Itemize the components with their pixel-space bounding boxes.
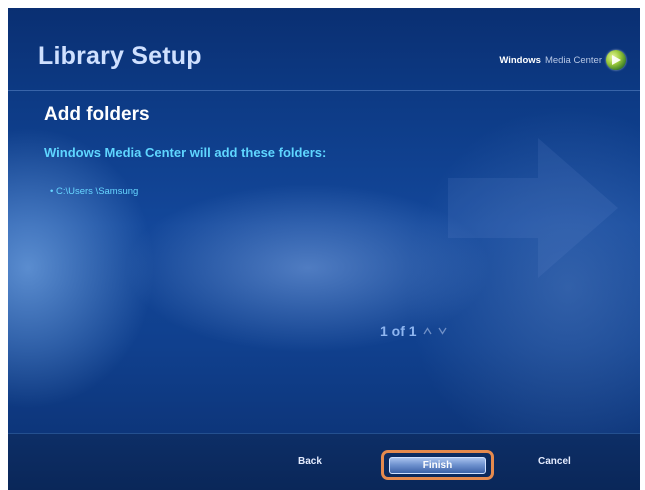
folder-list-item: • C:\Users \Samsung [50,186,139,197]
finish-highlight: Finish [381,450,494,480]
brand-name-bold: Windows [499,54,541,66]
section-subtitle: Windows Media Center will add these fold… [44,145,327,160]
brand-name-rest: Media Center [544,54,602,66]
cancel-button[interactable]: Cancel [538,456,571,467]
finish-button[interactable]: Finish [389,457,486,474]
media-center-window: Library Setup Windows Media Center Add f… [8,8,640,490]
media-center-logo-icon [606,50,626,70]
page-title: Library Setup [38,42,202,70]
page-up-icon[interactable] [423,327,432,335]
header-divider [8,90,640,91]
footer-bar: Back Finish Cancel [8,433,640,490]
section-heading: Add folders [44,104,150,125]
page-down-icon[interactable] [438,327,447,335]
pager-text: 1 of 1 [380,323,417,339]
background-arrow-icon [448,138,618,278]
pager: 1 of 1 [380,323,447,339]
back-button[interactable]: Back [298,456,322,467]
brand-label: Windows Media Center [499,50,626,70]
